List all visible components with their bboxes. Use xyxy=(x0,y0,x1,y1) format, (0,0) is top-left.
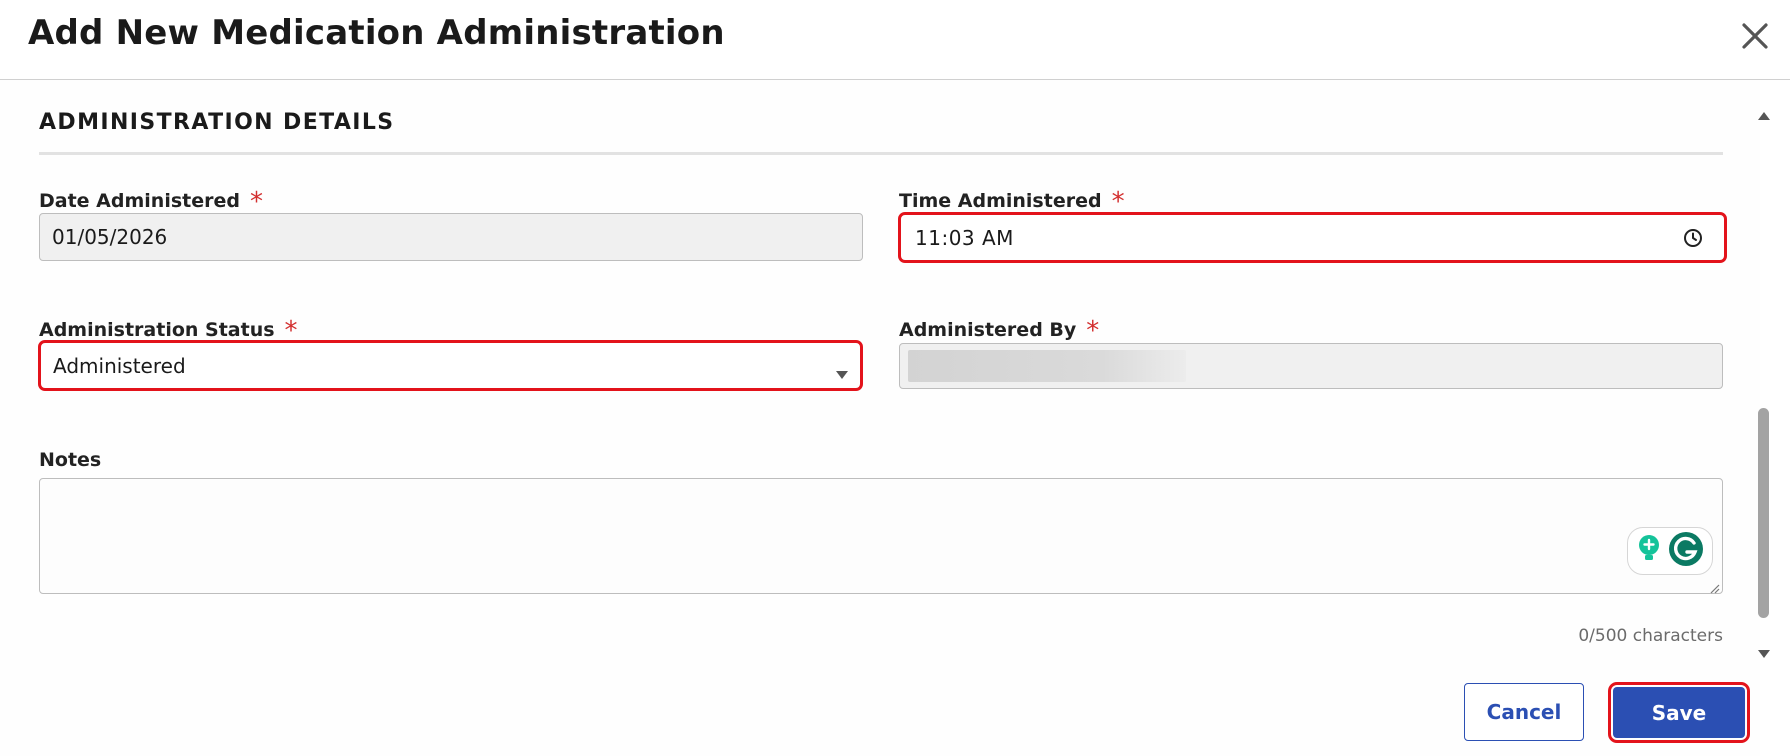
scroll-down-arrow-icon[interactable] xyxy=(1757,644,1771,658)
cancel-button[interactable]: Cancel xyxy=(1464,683,1584,741)
time-administered-label: Time Administered * xyxy=(899,184,1125,217)
date-administered-value: 01/05/2026 xyxy=(52,225,168,249)
administration-status-label-text: Administration Status xyxy=(39,319,275,341)
time-administered-value: 11:03 AM xyxy=(915,225,1014,250)
notes-character-counter: 0/500 characters xyxy=(1578,626,1723,646)
lightbulb-icon[interactable] xyxy=(1636,534,1662,568)
time-administered-field[interactable]: 11:03 AM xyxy=(898,212,1727,263)
dialog-title: Add New Medication Administration xyxy=(28,13,725,53)
notes-label: Notes xyxy=(39,449,102,471)
notes-textarea[interactable] xyxy=(39,478,1723,594)
administration-status-label: Administration Status * xyxy=(39,313,298,346)
save-button[interactable]: Save xyxy=(1613,687,1745,738)
grammarly-icon[interactable] xyxy=(1668,531,1704,571)
administered-by-field[interactable] xyxy=(899,343,1723,389)
close-icon[interactable] xyxy=(1735,14,1775,58)
scroll-up-arrow-icon[interactable] xyxy=(1757,106,1771,120)
date-administered-label: Date Administered * xyxy=(39,184,263,217)
administration-status-select[interactable]: Administered xyxy=(38,340,863,391)
time-administered-label-text: Time Administered xyxy=(899,190,1102,212)
clock-icon[interactable] xyxy=(1682,227,1704,249)
section-divider xyxy=(39,152,1723,155)
administered-by-label-text: Administered By xyxy=(899,319,1077,341)
resize-handle[interactable] xyxy=(1708,579,1720,594)
chevron-down-icon xyxy=(834,361,850,379)
dialog-body xyxy=(0,80,1760,756)
administered-by-label: Administered By * xyxy=(899,313,1100,346)
date-administered-field[interactable]: 01/05/2026 xyxy=(39,213,863,261)
scrollbar-thumb[interactable] xyxy=(1758,408,1769,618)
grammarly-widget[interactable] xyxy=(1627,527,1713,575)
required-mark: * xyxy=(1086,316,1100,346)
redacted-value xyxy=(908,350,1186,382)
dialog-header: Add New Medication Administration xyxy=(0,0,1790,80)
date-administered-label-text: Date Administered xyxy=(39,190,240,212)
section-title: ADMINISTRATION DETAILS xyxy=(39,110,395,135)
administration-status-value: Administered xyxy=(53,353,186,378)
